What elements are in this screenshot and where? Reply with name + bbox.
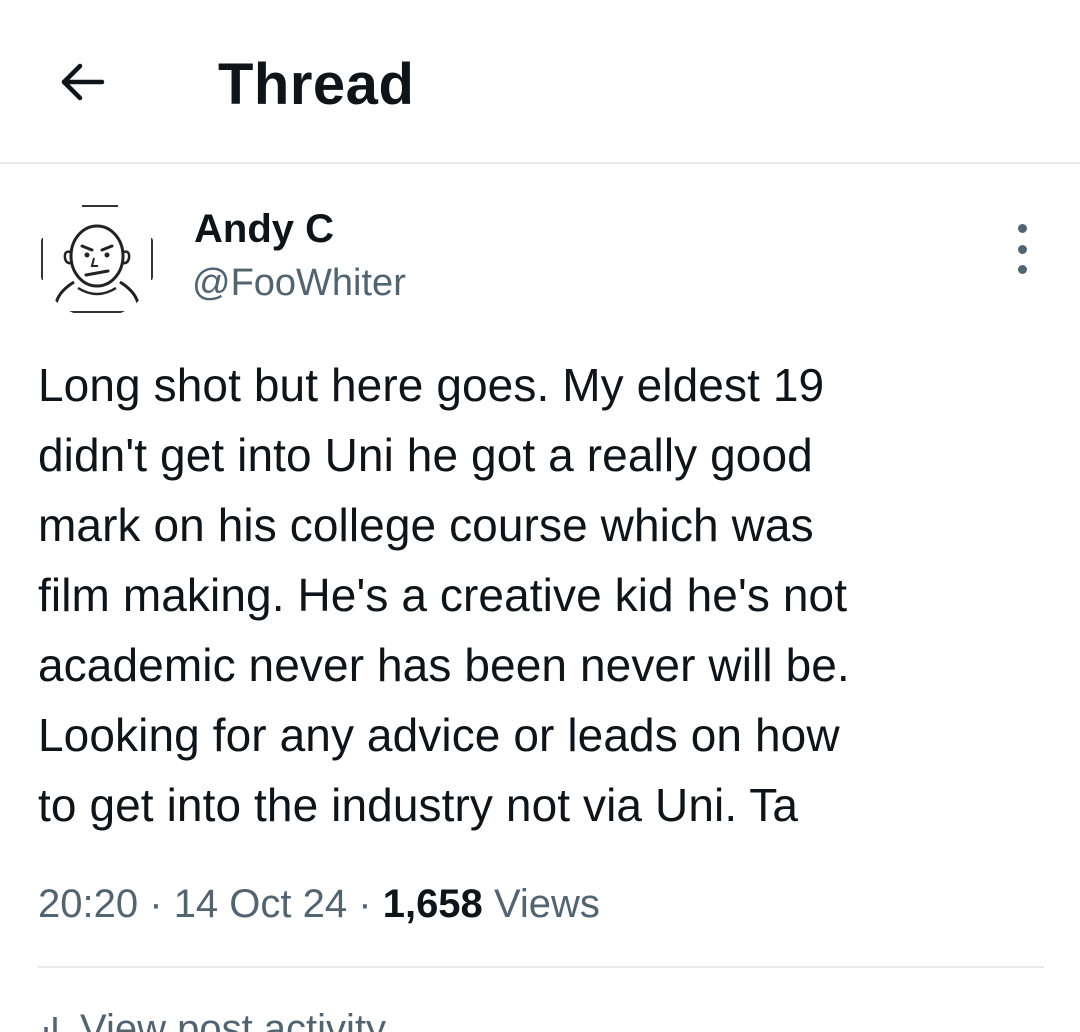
more-vertical-icon: [1017, 224, 1027, 233]
meta-separator: ·: [358, 882, 372, 926]
views-label: Views: [493, 882, 600, 926]
bar-chart-icon: [44, 1017, 57, 1032]
page-title: Thread: [218, 52, 415, 117]
author-name[interactable]: Andy C: [194, 205, 334, 253]
more-vertical-icon-dot: [1017, 265, 1027, 274]
author-handle[interactable]: @FooWhiter: [192, 260, 406, 306]
post-time[interactable]: 20:20: [38, 882, 138, 926]
views-count: 1,658: [382, 882, 483, 926]
arrow-left-icon: [61, 63, 105, 101]
back-button[interactable]: [52, 52, 112, 112]
post-text: Long shot but here goes. My eldest 19 di…: [38, 359, 850, 831]
more-vertical-icon-dot: [1017, 244, 1027, 254]
avatar[interactable]: [38, 200, 156, 318]
more-options-button[interactable]: [1002, 224, 1042, 274]
view-post-activity-link[interactable]: View post activity: [38, 1004, 386, 1032]
divider: [38, 966, 1044, 968]
meta-separator: ·: [149, 882, 163, 926]
post-date[interactable]: 14 Oct 24: [174, 882, 347, 926]
thread-header: Thread: [0, 0, 1080, 164]
cartoon-face-avatar: [41, 205, 153, 313]
post-meta: 20:20 · 14 Oct 24 · 1,658 Views: [38, 876, 600, 932]
activity-label: View post activity: [80, 1007, 387, 1032]
